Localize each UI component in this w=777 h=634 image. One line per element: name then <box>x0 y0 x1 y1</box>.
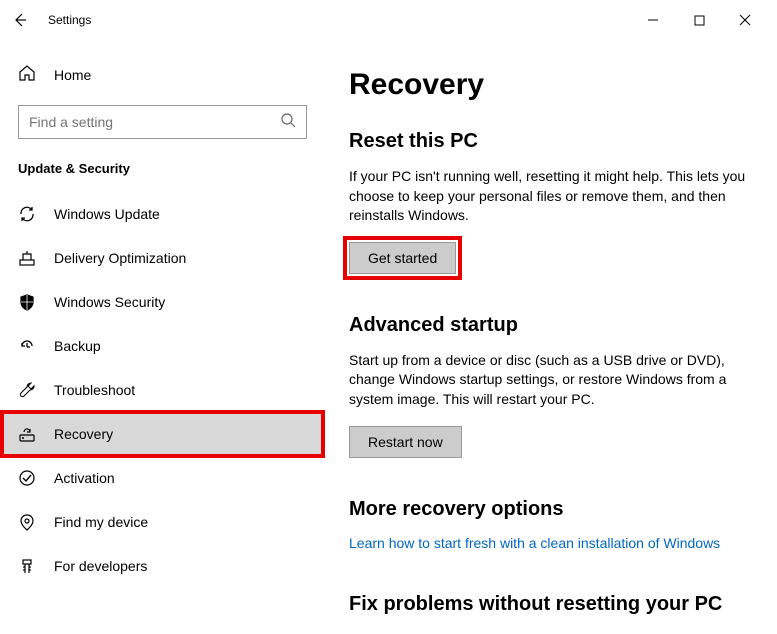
section-description: If your PC isn't running well, resetting… <box>349 167 749 226</box>
shield-icon <box>18 293 36 311</box>
sidebar-item-windows-update[interactable]: Windows Update <box>4 192 321 236</box>
restart-now-button[interactable]: Restart now <box>349 426 462 458</box>
section-title: Fix problems without resetting your PC <box>349 593 749 616</box>
close-button[interactable] <box>731 6 759 34</box>
sidebar-item-windows-security[interactable]: Windows Security <box>4 280 321 324</box>
sidebar: Home Update & Security Windows Update De… <box>0 40 325 634</box>
get-started-button[interactable]: Get started <box>349 242 456 274</box>
sidebar-item-label: Windows Security <box>54 294 165 310</box>
page-title: Recovery <box>349 68 749 102</box>
sidebar-item-label: Windows Update <box>54 206 160 222</box>
sidebar-item-label: Recovery <box>54 426 113 442</box>
section-title: Advanced startup <box>349 314 749 337</box>
button-label: Restart now <box>368 434 443 450</box>
section-reset-pc: Reset this PC If your PC isn't running w… <box>349 130 749 274</box>
search-box[interactable] <box>18 105 307 139</box>
check-circle-icon <box>18 469 36 487</box>
sidebar-item-recovery[interactable]: Recovery <box>4 412 321 456</box>
maximize-icon <box>694 15 705 26</box>
sync-icon <box>18 205 36 223</box>
sidebar-item-label: For developers <box>54 558 147 574</box>
home-nav[interactable]: Home <box>4 56 321 93</box>
sidebar-item-label: Backup <box>54 338 101 354</box>
section-advanced-startup: Advanced startup Start up from a device … <box>349 314 749 458</box>
sidebar-item-label: Troubleshoot <box>54 382 135 398</box>
section-more-recovery: More recovery options Learn how to start… <box>349 498 749 553</box>
sidebar-item-find-my-device[interactable]: Find my device <box>4 500 321 544</box>
sidebar-item-label: Activation <box>54 470 115 486</box>
sidebar-item-troubleshoot[interactable]: Troubleshoot <box>4 368 321 412</box>
minimize-button[interactable] <box>639 6 667 34</box>
sidebar-item-label: Delivery Optimization <box>54 250 186 266</box>
annotation-highlight <box>0 410 325 458</box>
arrow-left-icon <box>12 12 28 28</box>
section-title: More recovery options <box>349 498 749 521</box>
close-icon <box>739 14 751 26</box>
delivery-icon <box>18 249 36 267</box>
backup-icon <box>18 337 36 355</box>
sidebar-item-activation[interactable]: Activation <box>4 456 321 500</box>
section-fix-problems: Fix problems without resetting your PC <box>349 593 749 616</box>
search-input[interactable] <box>29 114 280 130</box>
titlebar: Settings <box>0 0 777 40</box>
wrench-icon <box>18 381 36 399</box>
sidebar-item-backup[interactable]: Backup <box>4 324 321 368</box>
maximize-button[interactable] <box>685 6 713 34</box>
back-button[interactable] <box>8 8 32 32</box>
content-area: Recovery Reset this PC If your PC isn't … <box>325 40 777 634</box>
sidebar-item-for-developers[interactable]: For developers <box>4 544 321 588</box>
home-icon <box>18 64 36 85</box>
fresh-install-link[interactable]: Learn how to start fresh with a clean in… <box>349 535 720 551</box>
sidebar-item-delivery-optimization[interactable]: Delivery Optimization <box>4 236 321 280</box>
section-title: Reset this PC <box>349 130 749 153</box>
developers-icon <box>18 557 36 575</box>
window-title: Settings <box>48 13 91 27</box>
recovery-icon <box>18 425 36 443</box>
location-icon <box>18 513 36 531</box>
search-icon <box>280 112 296 133</box>
category-header: Update & Security <box>4 161 321 192</box>
button-label: Get started <box>368 250 437 266</box>
sidebar-item-label: Find my device <box>54 514 148 530</box>
home-label: Home <box>54 67 91 83</box>
section-description: Start up from a device or disc (such as … <box>349 351 749 410</box>
minimize-icon <box>647 14 659 26</box>
